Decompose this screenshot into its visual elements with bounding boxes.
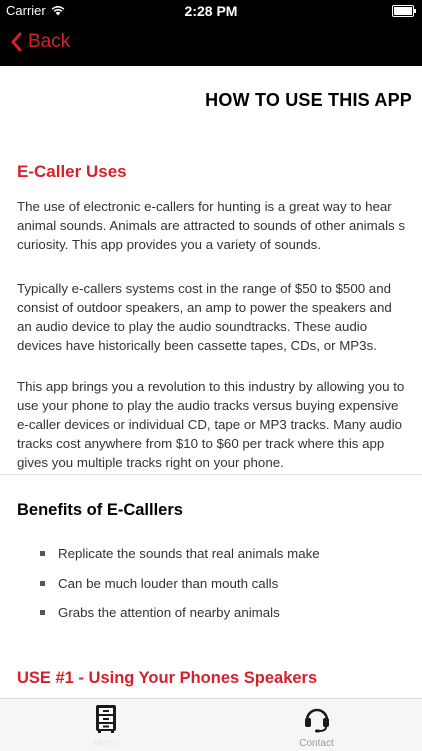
- list-item: Replicate the sounds that real animals m…: [40, 539, 320, 569]
- back-button[interactable]: Back: [10, 31, 70, 53]
- back-label: Back: [28, 31, 71, 52]
- tab-menu[interactable]: Menu: [0, 699, 211, 751]
- list-item-text: Replicate the sounds that real animals m…: [58, 546, 320, 562]
- navigation-bar: Back: [0, 22, 422, 66]
- benefits-heading: Benefits of E-Calllers: [17, 501, 183, 519]
- paragraph: This app brings you a revolution to this…: [17, 379, 405, 470]
- status-bar: Carrier 2:28 PM: [0, 0, 422, 22]
- bullet-icon: [40, 580, 45, 586]
- list-item-text: Can be much louder than mouth calls: [58, 575, 279, 591]
- section-e-caller-uses: E-Caller Uses: [17, 162, 409, 182]
- page-title: HOW TO USE THIS APP: [205, 90, 412, 110]
- paragraph: The use of electronic e-callers for hunt…: [17, 199, 406, 252]
- benefits-list: Replicate the sounds that real animals m…: [40, 539, 320, 628]
- section-heading: E-Caller Uses: [17, 162, 127, 181]
- chevron-left-icon: [11, 32, 22, 52]
- bullet-icon: [40, 551, 45, 557]
- cabinet-icon: [95, 705, 116, 733]
- list-item-text: Grabs the attention of nearby animals: [58, 605, 280, 621]
- tab-label: Contact: [299, 738, 334, 749]
- tab-label: Menu: [92, 738, 118, 749]
- list-item: Can be much louder than mouth calls: [40, 569, 320, 599]
- use1-heading: USE #1 - Using Your Phones Speakers: [17, 669, 318, 687]
- bullet-icon: [40, 610, 45, 616]
- content-scroll-area[interactable]: HOW TO USE THIS APP E-Caller Uses The us…: [0, 66, 422, 698]
- list-item: Grabs the attention of nearby animals: [40, 598, 320, 628]
- status-time: 2:28 PM: [184, 3, 238, 19]
- section-divider: [0, 474, 422, 475]
- tab-contact[interactable]: Contact: [211, 699, 422, 751]
- battery-icon: [392, 5, 416, 17]
- paragraph: Typically e-callers systems cost in the …: [17, 281, 392, 353]
- tab-bar: Menu Contact: [0, 698, 422, 751]
- headset-icon: [304, 708, 329, 733]
